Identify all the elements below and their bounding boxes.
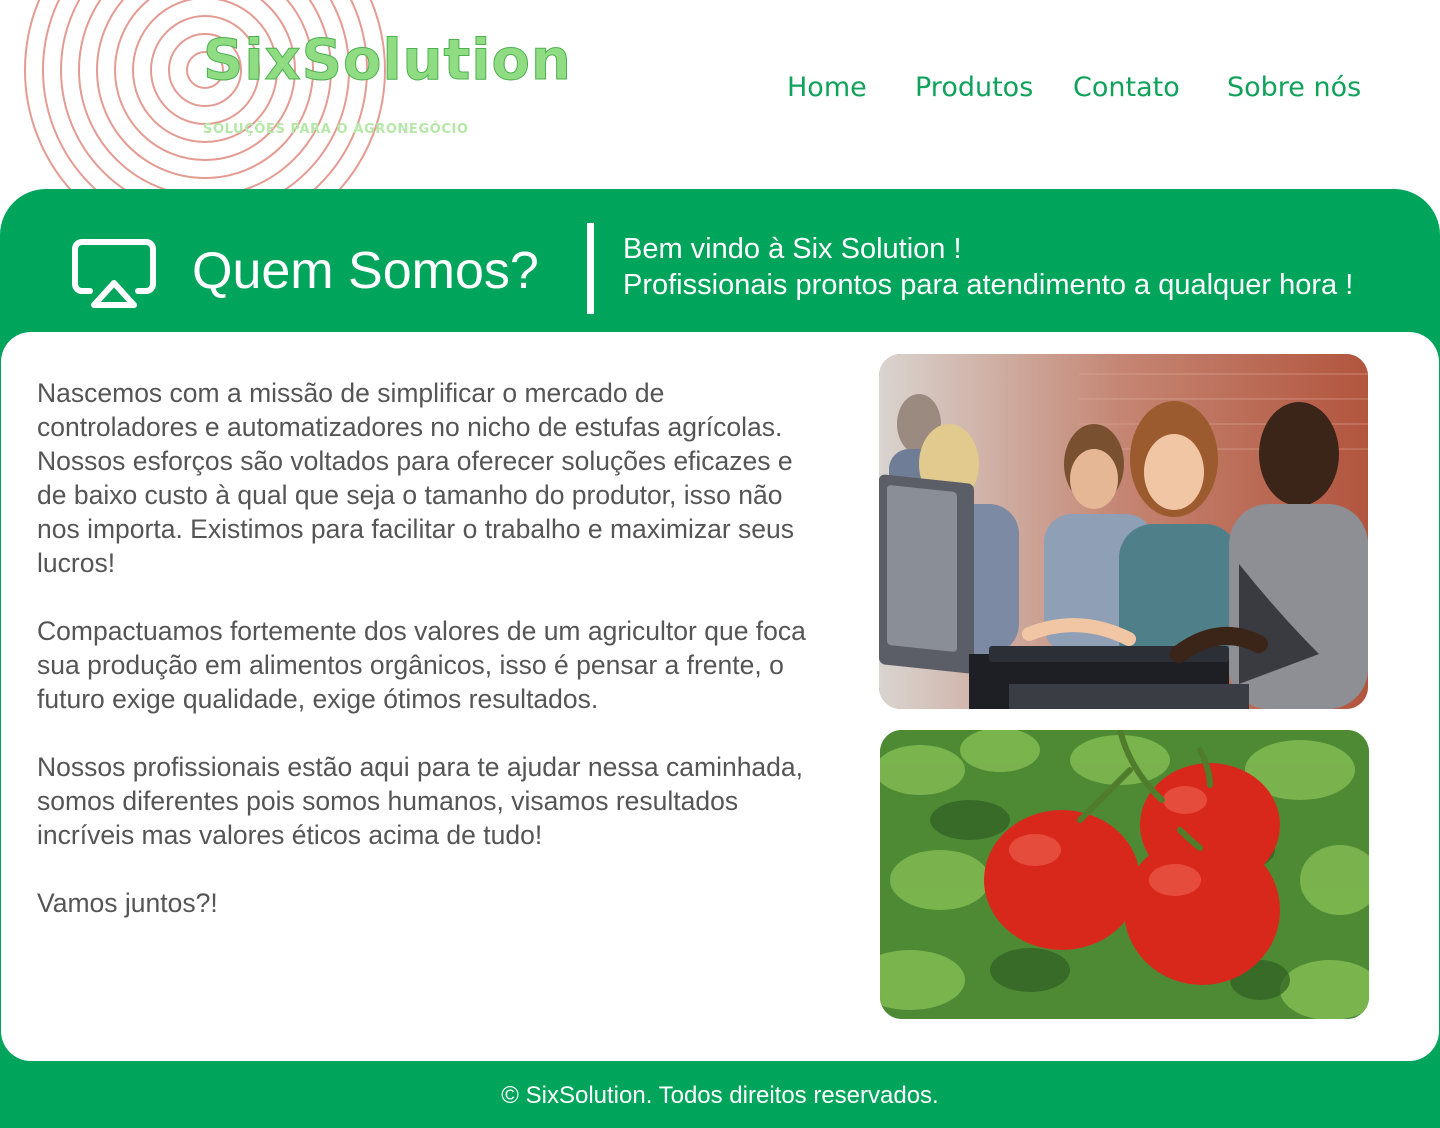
brand-tagline: SOLUÇÕES PARA O AGRONEGÓCIO — [203, 122, 469, 137]
site-footer: © SixSolution. Todos direitos reservados… — [0, 1078, 1440, 1114]
paragraph-closing: Vamos juntos?! — [37, 888, 218, 918]
nav-home[interactable]: Home — [787, 72, 867, 103]
main-content: Nascemos com a missão de simplificar o m… — [1, 332, 1439, 1061]
paragraph-mission: Nascemos com a missão de simplificar o m… — [37, 378, 795, 578]
brand-name: SixSolution — [203, 28, 572, 94]
airplay-icon — [72, 239, 156, 308]
page-title: Quem Somos? — [192, 242, 539, 300]
nav-sobre-nos[interactable]: Sobre nós — [1227, 72, 1361, 103]
brand-logo[interactable]: SixSolution SOLUÇÕES PARA O AGRONEGÓCIO — [203, 26, 572, 138]
banner-line-2: Profissionais prontos para atendimento a… — [623, 269, 1354, 301]
about-text: Nascemos com a missão de simplificar o m… — [37, 376, 817, 954]
banner-line-1: Bem vindo à Six Solution ! — [623, 233, 962, 265]
banner-welcome: Bem vindo à Six Solution ! Profissionais… — [623, 231, 1353, 303]
nav-produtos[interactable]: Produtos — [915, 72, 1033, 103]
footer-copyright: © SixSolution. Todos direitos reservados… — [501, 1082, 939, 1109]
tomatoes-image — [880, 730, 1369, 1019]
banner-divider — [587, 223, 594, 314]
paragraph-team: Nossos profissionais estão aqui para te … — [37, 752, 804, 850]
paragraph-values: Compactuamos fortemente dos valores de u… — [37, 616, 806, 714]
call-center-team-image — [879, 354, 1368, 709]
nav-contato[interactable]: Contato — [1073, 72, 1180, 103]
